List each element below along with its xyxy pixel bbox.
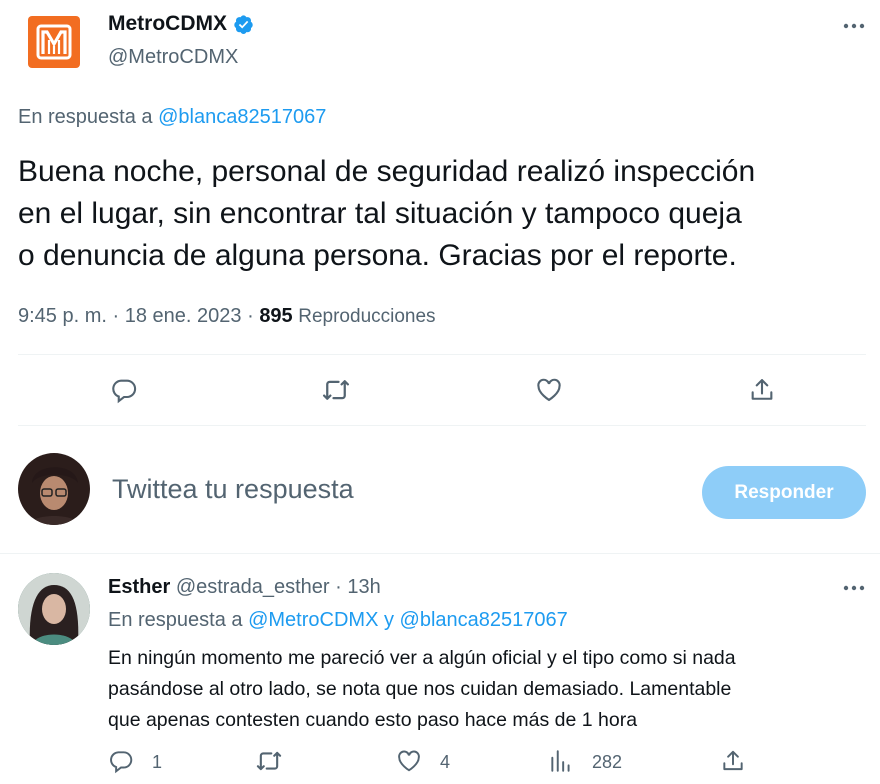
divider (18, 354, 866, 355)
metro-logo-icon (36, 24, 72, 60)
views-label[interactable]: Reproducciones (298, 306, 435, 327)
reply-body-line: pasándose al otro lado, se nota que nos … (108, 678, 732, 700)
views-count[interactable]: 895 (259, 305, 292, 327)
reply-button[interactable]: Responder (702, 466, 866, 519)
reply-mention[interactable]: @MetroCDMX (248, 609, 378, 631)
reply-conjunction: y (383, 609, 394, 631)
more-icon[interactable] (838, 14, 870, 38)
meta-separator: · (335, 576, 342, 598)
reply-header: Esther @estrada_esther · 13h (108, 576, 381, 599)
reply-icon[interactable] (108, 374, 140, 406)
reply-context: En respuesta a @MetroCDMX y @blanca82517… (108, 609, 568, 632)
divider (18, 425, 866, 426)
tweet-body-line: o denuncia de alguna persona. Gracias po… (18, 239, 737, 272)
meta-separator: · (112, 305, 120, 327)
author-handle[interactable]: @MetroCDMX (108, 46, 238, 69)
meta-separator: · (247, 305, 254, 327)
user-avatar[interactable] (18, 453, 90, 525)
tweet-date[interactable]: 18 ene. 2023 (125, 305, 242, 327)
share-icon[interactable] (746, 374, 778, 406)
verified-badge-icon (233, 14, 254, 35)
reply-author-avatar[interactable] (18, 573, 90, 645)
tweet-body-line: Buena noche, personal de seguridad reali… (18, 155, 756, 188)
tweet-body-line: en el lugar, sin encontrar tal situación… (18, 197, 742, 230)
views-icon[interactable] (546, 746, 576, 776)
reply-mention[interactable]: @blanca82517067 (400, 609, 568, 631)
like-icon[interactable] (394, 746, 424, 776)
reply-icon[interactable] (106, 746, 136, 776)
retweet-icon[interactable] (320, 374, 352, 406)
reply-body-line: que apenas contesten cuando esto paso ha… (108, 709, 638, 731)
reply-action-bar: 1 4 282 (106, 746, 766, 776)
reply-prefix: En respuesta a (18, 106, 153, 128)
tweet-time[interactable]: 9:45 p. m. (18, 305, 107, 327)
reply-prefix: En respuesta a (108, 609, 243, 631)
reply-input[interactable]: Twittea tu respuesta (112, 474, 354, 505)
reply-author-handle[interactable]: @estrada_esther (176, 576, 330, 598)
like-icon[interactable] (533, 374, 565, 406)
author-avatar[interactable] (28, 16, 80, 68)
reply-context: En respuesta a @blanca82517067 (18, 106, 326, 129)
author-name[interactable]: MetroCDMX (108, 12, 227, 36)
reply-body-line: En ningún momento me pareció ver a algún… (108, 647, 736, 669)
reply-author-name[interactable]: Esther (108, 576, 170, 598)
tweet-body: Buena noche, personal de seguridad reali… (18, 151, 755, 277)
reply-body: En ningún momento me pareció ver a algún… (108, 643, 736, 736)
views-count: 282 (592, 752, 623, 772)
divider (0, 553, 880, 554)
like-count: 4 (440, 752, 451, 772)
reply-time[interactable]: 13h (347, 576, 380, 598)
reply-count: 1 (152, 752, 163, 772)
retweet-icon[interactable] (254, 746, 284, 776)
share-icon[interactable] (718, 746, 748, 776)
tweet-meta: 9:45 p. m. · 18 ene. 2023 · 895 Reproduc… (18, 305, 436, 328)
more-icon[interactable] (838, 576, 870, 600)
reply-mention[interactable]: @blanca82517067 (158, 106, 326, 128)
